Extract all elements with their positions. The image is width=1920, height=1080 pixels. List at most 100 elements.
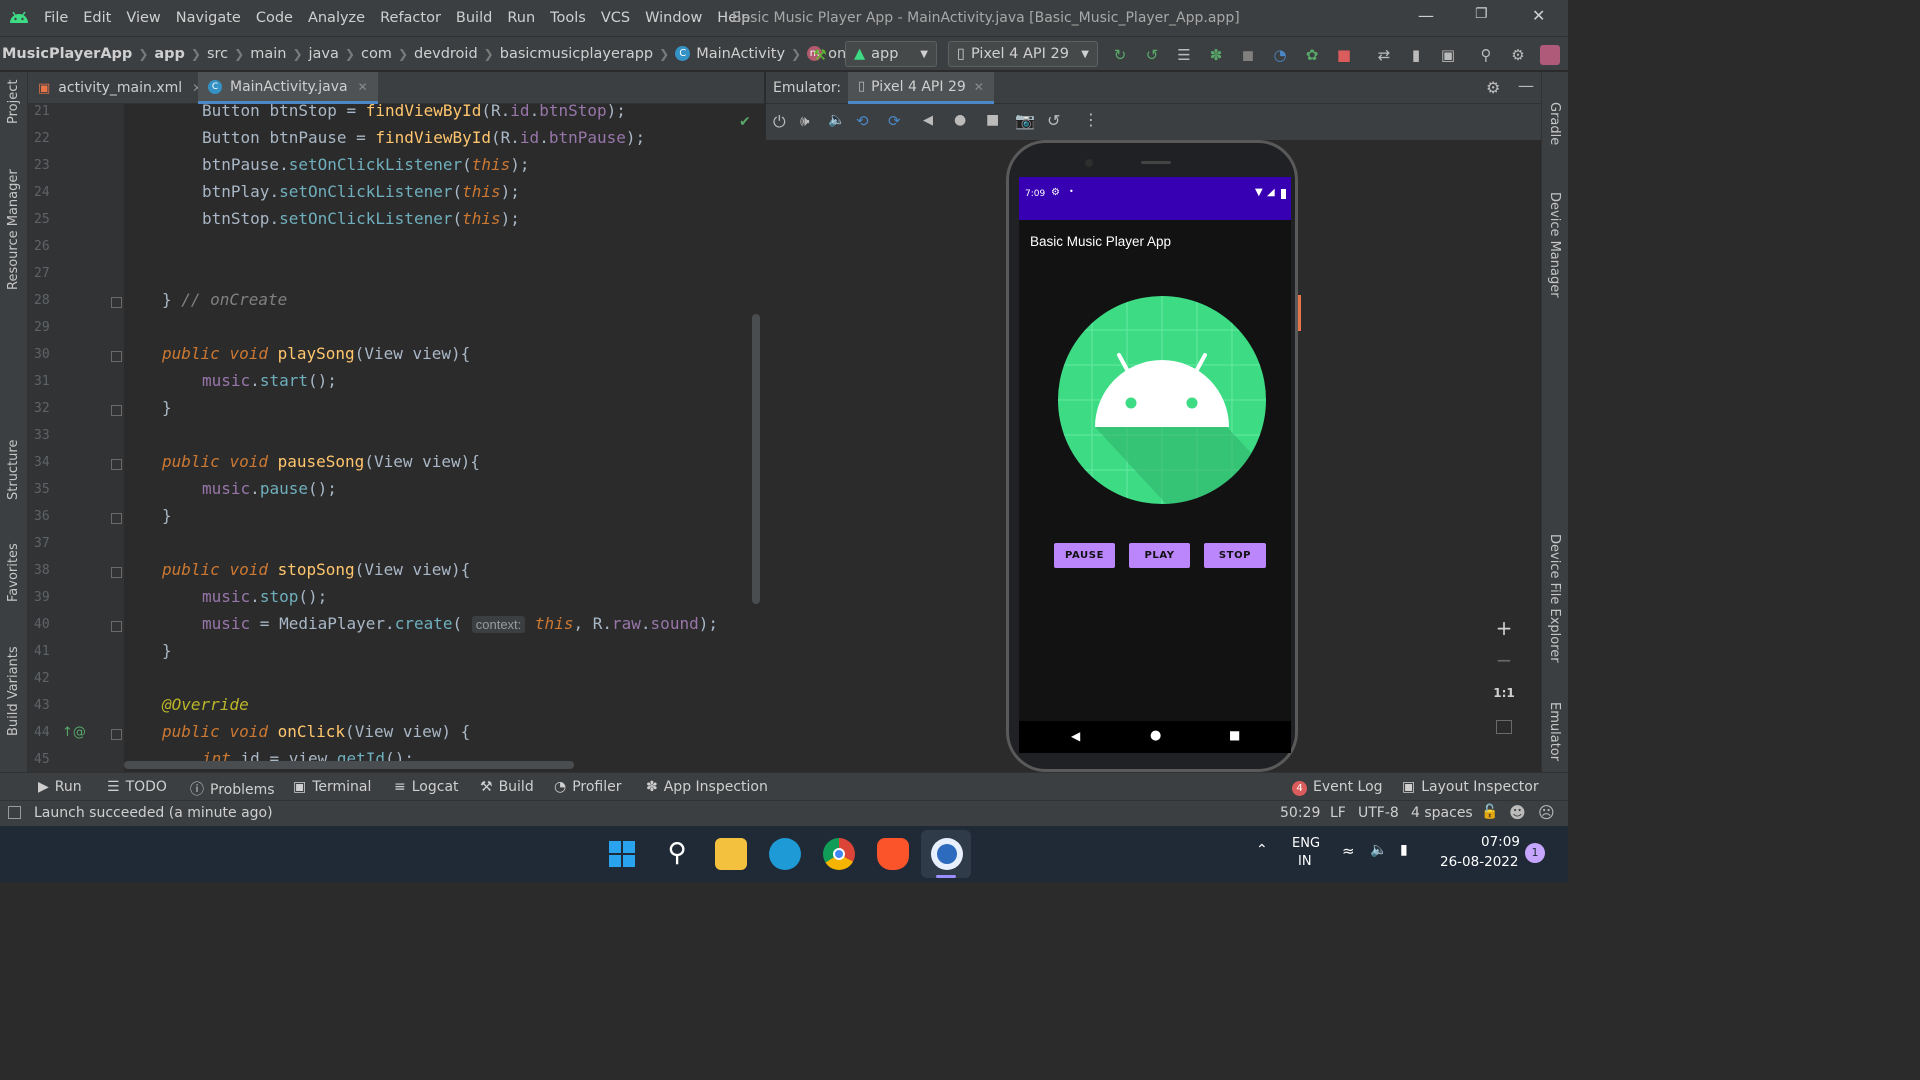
breadcrumb-src[interactable]: src [207, 46, 228, 62]
debug-icon[interactable]: ✽ [1206, 45, 1226, 65]
breadcrumb-com[interactable]: com [361, 46, 392, 62]
attach-debugger-icon[interactable]: ✿ [1302, 45, 1322, 65]
tool-window-device-manager[interactable]: Device Manager [1547, 192, 1562, 298]
breadcrumb-package[interactable]: basicmusicplayerapp [500, 46, 653, 62]
tool-event-log[interactable]: 4 Event Log [1292, 779, 1383, 796]
tool-build[interactable]: ⚒ Build [480, 779, 534, 795]
show-hidden-icons-icon[interactable]: ⌃ [1256, 842, 1268, 858]
code-line[interactable]: music.stop(); [202, 587, 327, 606]
code-line[interactable]: public void onClick(View view) { [162, 722, 470, 741]
code-editor[interactable]: 21 Button btnStop = findViewById(R.id.btn… [28, 104, 764, 772]
avatar[interactable] [1540, 45, 1560, 65]
tool-window-gradle[interactable]: Gradle [1547, 102, 1562, 145]
vertical-scrollbar[interactable] [752, 314, 760, 604]
inspection-profile-icon[interactable]: ☻ [1509, 803, 1526, 822]
rotate-right-icon[interactable]: ⟳ [888, 112, 901, 130]
tool-window-favorites[interactable]: Favorites [6, 543, 21, 602]
android-studio-icon[interactable] [931, 838, 963, 870]
home-icon[interactable]: ● [1150, 728, 1161, 743]
tool-window-project[interactable]: Project [6, 80, 21, 124]
override-marker-icon[interactable]: ↑@ [62, 725, 86, 740]
fold-marker-icon[interactable] [111, 567, 122, 578]
close-tab-icon[interactable]: ✕ [974, 80, 984, 94]
menu-edit[interactable]: Edit [83, 10, 111, 26]
snapshot-icon[interactable]: ↺ [1047, 111, 1060, 130]
stop-button[interactable]: STOP [1204, 543, 1266, 568]
tab-emulator-device[interactable]: ▯ Pixel 4 API 29 ✕ [848, 72, 994, 104]
restore-icon[interactable]: ❐ [1475, 6, 1488, 22]
code-line[interactable]: public void pauseSong(View view){ [162, 452, 480, 471]
run-config-select[interactable]: ▲ app ▼ [845, 41, 937, 67]
search-icon[interactable]: ⚲ [661, 838, 693, 870]
tool-profiler[interactable]: ◔ Profiler [554, 779, 622, 795]
breadcrumb-main[interactable]: main [250, 46, 286, 62]
close-icon[interactable]: ✕ [1532, 6, 1545, 25]
menu-view[interactable]: View [126, 10, 160, 26]
apply-code-changes-icon[interactable]: ↺ [1142, 45, 1162, 65]
language-region[interactable]: IN [1298, 854, 1312, 869]
volume-up-icon[interactable]: 🕪 [800, 112, 809, 130]
caret-position[interactable]: 50:29 [1280, 805, 1320, 821]
sync-gradle-icon[interactable]: ⇄ [1374, 45, 1394, 65]
tool-run[interactable]: ▶ Run [38, 779, 82, 795]
fold-marker-icon[interactable] [111, 513, 122, 524]
more-options-icon[interactable]: ⋮ [1083, 110, 1099, 129]
toggle-tool-windows-icon[interactable] [8, 806, 21, 819]
code-line[interactable]: music = MediaPlayer.create( context: thi… [202, 614, 718, 633]
volume-icon[interactable]: 🔈 [1370, 842, 1387, 858]
code-line[interactable]: } // onCreate [162, 290, 287, 309]
settings-icon[interactable]: ⚙ [1508, 45, 1528, 65]
line-separator[interactable]: LF [1330, 805, 1346, 821]
code-line[interactable]: public void playSong(View view){ [162, 344, 470, 363]
lock-icon[interactable]: 🔓 [1481, 804, 1498, 820]
breadcrumb-devdroid[interactable]: devdroid [414, 46, 478, 62]
tool-window-device-file-explorer[interactable]: Device File Explorer [1547, 534, 1562, 663]
language-primary[interactable]: ENG [1292, 836, 1320, 851]
volume-down-icon[interactable]: 🔈 [828, 112, 845, 128]
breadcrumb-java[interactable]: java [309, 46, 339, 62]
edge-browser-icon[interactable] [769, 838, 801, 870]
tool-window-emulator[interactable]: Emulator [1547, 702, 1562, 761]
menu-file[interactable]: File [44, 10, 68, 26]
overview-icon[interactable]: ■ [1229, 728, 1240, 742]
fold-marker-icon[interactable] [111, 621, 122, 632]
device-manager-icon[interactable]: ▮ [1406, 45, 1426, 65]
tab-main-activity-java[interactable]: C MainActivity.java ✕ [198, 72, 378, 104]
minimize-icon[interactable]: — [1418, 6, 1434, 25]
notification-badge[interactable]: 1 [1525, 843, 1545, 863]
tool-window-structure[interactable]: Structure [6, 440, 21, 500]
battery-icon[interactable]: ▮ [1400, 842, 1408, 858]
stop-icon[interactable]: ■ [1334, 45, 1354, 65]
menu-navigate[interactable]: Navigate [176, 10, 241, 26]
coverage-icon[interactable]: ◼ [1238, 45, 1258, 65]
search-icon[interactable]: ⚲ [1476, 45, 1496, 65]
menu-run[interactable]: Run [507, 10, 535, 26]
horizontal-scrollbar[interactable] [124, 761, 574, 769]
tool-logcat[interactable]: ≡ Logcat [394, 779, 459, 795]
menu-window[interactable]: Window [645, 10, 702, 26]
zoom-actual-size-button[interactable]: 1:1 [1488, 686, 1520, 700]
overview-icon[interactable]: ■ [986, 112, 999, 128]
code-line[interactable]: music.pause(); [202, 479, 337, 498]
menu-build[interactable]: Build [456, 10, 492, 26]
back-icon[interactable]: ◀ [923, 113, 933, 128]
breadcrumb-class[interactable]: MainActivity [696, 46, 785, 62]
fold-marker-icon[interactable] [111, 351, 122, 362]
tool-layout-inspector[interactable]: ▣ Layout Inspector [1402, 779, 1539, 795]
code-line[interactable]: btnPlay.setOnClickListener(this); [202, 182, 520, 201]
menu-analyze[interactable]: Analyze [308, 10, 365, 26]
fold-marker-icon[interactable] [111, 405, 122, 416]
menu-tools[interactable]: Tools [550, 10, 586, 26]
code-line[interactable]: @Override [162, 695, 249, 714]
close-tab-icon[interactable]: ✕ [358, 80, 368, 94]
home-icon[interactable]: ● [954, 112, 966, 128]
list-icon[interactable]: ☰ [1174, 45, 1194, 65]
windows-start-icon[interactable] [606, 838, 638, 870]
file-encoding[interactable]: UTF-8 [1358, 805, 1399, 821]
hide-panel-icon[interactable]: — [1518, 76, 1534, 95]
profile-icon[interactable]: ◔ [1270, 45, 1290, 65]
back-icon[interactable]: ◀ [1071, 729, 1080, 743]
tool-problems[interactable]: ⓘ Problems [190, 779, 275, 799]
power-icon[interactable]: ⏻ [773, 112, 786, 132]
feedback-icon[interactable]: ☹ [1538, 803, 1555, 822]
